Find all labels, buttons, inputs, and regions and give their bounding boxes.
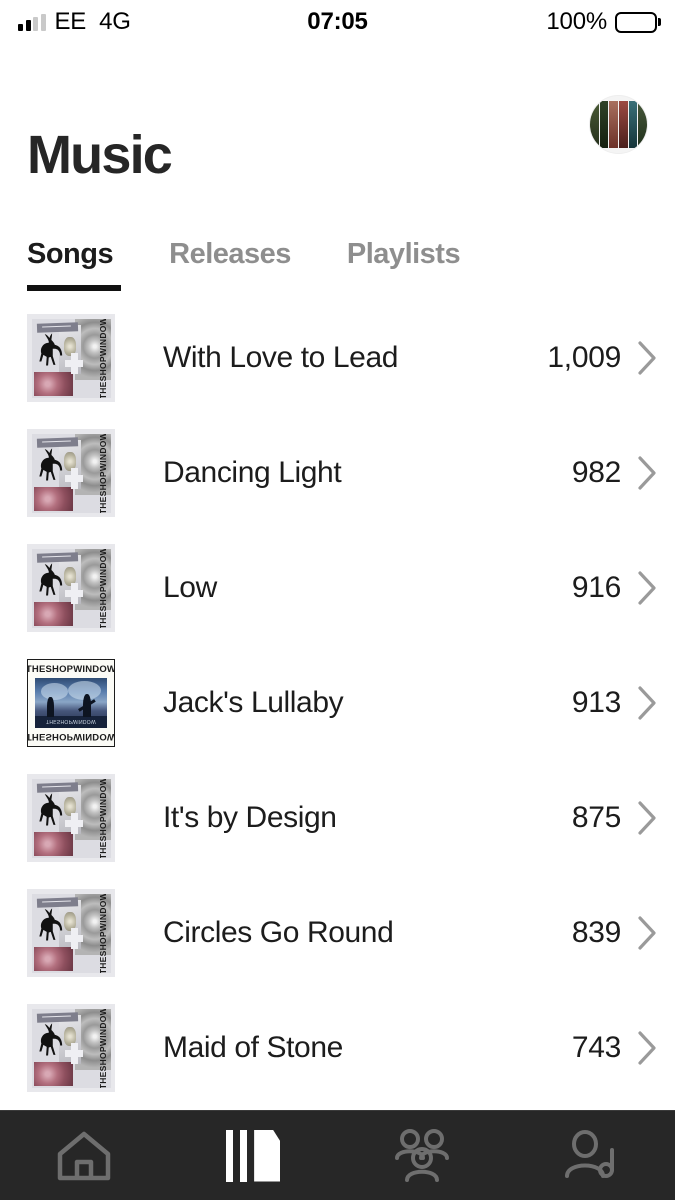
song-play-count: 743 (571, 1030, 621, 1064)
tab-songs[interactable]: Songs (27, 238, 122, 291)
song-row[interactable]: THESHOPWINDOW With Love to Lead 1,009 (0, 300, 675, 415)
network-type-label: 4G (99, 8, 131, 35)
page-title: Music (27, 125, 173, 185)
tab-releases[interactable]: Releases (169, 238, 291, 291)
chevron-right-icon[interactable] (621, 340, 675, 376)
artwork-vertical-label: THESHOPWINDOW (98, 1008, 108, 1088)
artwork-vertical-label: THESHOPWINDOW (98, 893, 108, 973)
signal-strength-icon (18, 13, 46, 31)
deer-silhouette-icon (38, 908, 62, 941)
nav-item-library[interactable] (169, 1111, 338, 1200)
song-title: Circles Go Round (163, 915, 394, 949)
home-icon (58, 1131, 111, 1180)
song-row[interactable]: THESHOPWINDOW THESHOPWINDOW THESHOPWINDO… (0, 645, 675, 760)
album-artwork-deer-roses: THESHOPWINDOW (27, 428, 115, 517)
album-artwork-deer-roses: THESHOPWINDOW (27, 773, 115, 862)
song-play-count: 1,009 (547, 340, 621, 374)
artwork-vertical-label: THESHOPWINDOW (98, 318, 108, 398)
nav-item-groups[interactable] (338, 1111, 507, 1200)
avatar-collage (590, 96, 647, 153)
album-artwork-theshopwindow-blue: THESHOPWINDOW THESHOPWINDOW THESHOPWINDO… (27, 658, 115, 747)
song-title: With Love to Lead (163, 340, 399, 374)
artwork-vertical-label: THESHOPWINDOW (98, 548, 108, 628)
deer-silhouette-icon (38, 1023, 62, 1056)
song-list: THESHOPWINDOW With Love to Lead 1,009 TH… (0, 300, 675, 1105)
artwork-photo-caption: THESHOPWINDOW (45, 718, 96, 724)
status-bar: EE 4G 07:05 100% (0, 0, 675, 44)
song-title: Maid of Stone (163, 1030, 343, 1064)
library-icon (226, 1129, 281, 1182)
artwork-photo: THESHOPWINDOW (35, 677, 107, 728)
song-row[interactable]: THESHOPWINDOW Maid of Stone 743 (0, 990, 675, 1105)
chevron-right-icon[interactable] (621, 915, 675, 951)
status-bar-right: 100% (546, 8, 657, 36)
album-artwork-deer-roses: THESHOPWINDOW (27, 1003, 115, 1092)
chevron-right-icon[interactable] (621, 800, 675, 836)
chevron-right-icon[interactable] (621, 1030, 675, 1066)
carrier-label: EE (54, 8, 87, 35)
person-music-note-icon (564, 1129, 614, 1178)
song-row[interactable]: THESHOPWINDOW Circles Go Round 839 (0, 875, 675, 990)
song-row[interactable]: THESHOPWINDOW Low 916 (0, 530, 675, 645)
song-title: It's by Design (163, 800, 337, 834)
artwork-vertical-label: THESHOPWINDOW (98, 778, 108, 858)
battery-icon (615, 11, 657, 33)
song-play-count: 916 (571, 570, 621, 604)
nav-item-artist[interactable] (506, 1111, 675, 1200)
artwork-vertical-label: THESHOPWINDOW (98, 433, 108, 513)
song-title: Dancing Light (163, 455, 342, 489)
artwork-bottom-caption: THESHOPWINDOW (27, 730, 115, 742)
deer-silhouette-icon (38, 563, 62, 596)
bottom-navigation-bar (0, 1110, 675, 1200)
song-play-count: 839 (571, 915, 621, 949)
nav-item-home[interactable] (0, 1111, 169, 1200)
avatar[interactable] (590, 96, 647, 153)
song-play-count: 913 (571, 685, 621, 719)
chevron-right-icon[interactable] (621, 455, 675, 491)
group-people-icon (394, 1128, 449, 1182)
chevron-right-icon[interactable] (621, 685, 675, 721)
deer-silhouette-icon (38, 448, 62, 481)
deer-silhouette-icon (38, 333, 62, 366)
song-row[interactable]: THESHOPWINDOW It's by Design 875 (0, 760, 675, 875)
app-screen: EE 4G 07:05 100% Music Songs Releases Pl… (0, 0, 675, 1200)
deer-silhouette-icon (38, 793, 62, 826)
album-artwork-deer-roses: THESHOPWINDOW (27, 888, 115, 977)
song-play-count: 982 (571, 455, 621, 489)
tab-playlists[interactable]: Playlists (347, 238, 461, 291)
tab-bar: Songs Releases Playlists (27, 238, 675, 291)
song-play-count: 875 (571, 800, 621, 834)
album-artwork-deer-roses: THESHOPWINDOW (27, 313, 115, 402)
song-title: Low (163, 570, 217, 604)
artwork-top-caption: THESHOPWINDOW (27, 663, 115, 675)
album-artwork-deer-roses: THESHOPWINDOW (27, 543, 115, 632)
battery-percent-label: 100% (546, 8, 607, 35)
song-title: Jack's Lullaby (163, 685, 344, 719)
status-bar-left: EE 4G (18, 8, 131, 36)
song-row[interactable]: THESHOPWINDOW Dancing Light 982 (0, 415, 675, 530)
chevron-right-icon[interactable] (621, 570, 675, 606)
